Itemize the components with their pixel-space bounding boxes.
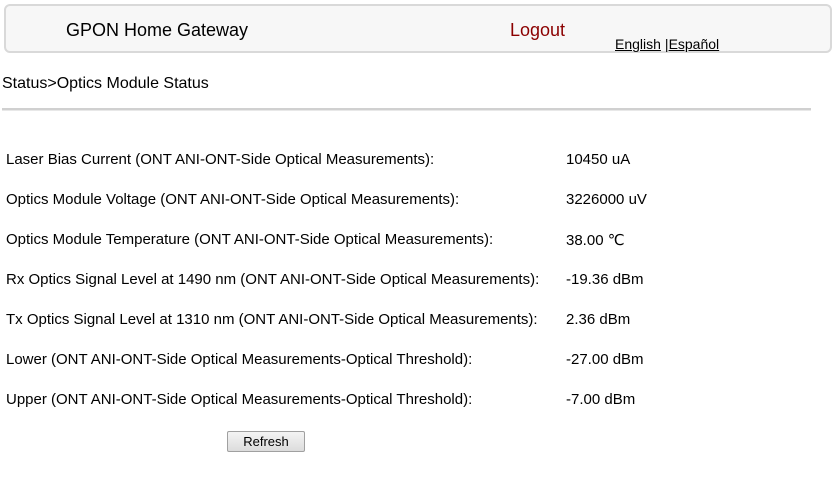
row-label: Laser Bias Current (ONT ANI-ONT-Side Opt… [6,151,435,168]
lang-espanol-link[interactable]: Español [669,36,720,52]
table-row: Laser Bias Current (ONT ANI-ONT-Side Opt… [6,151,806,191]
logout-link[interactable]: Logout [510,20,565,41]
table-row: Optics Module Voltage (ONT ANI-ONT-Side … [6,191,806,231]
row-value: 2.36 dBm [566,311,631,328]
table-row: Optics Module Temperature (ONT ANI-ONT-S… [6,231,806,271]
app-title: GPON Home Gateway [66,20,249,40]
row-value: -7.00 dBm [566,391,636,408]
row-label: Optics Module Voltage (ONT ANI-ONT-Side … [6,191,460,208]
row-value: -27.00 dBm [566,351,644,368]
row-label: Lower (ONT ANI-ONT-Side Optical Measurem… [6,351,473,368]
row-label: Tx Optics Signal Level at 1310 nm (ONT A… [6,311,538,328]
language-switcher: English |Español [615,36,719,52]
header-bar: GPON Home Gateway Logout English |Español [4,4,832,53]
row-value: 10450 uA [566,151,631,168]
row-value: 3226000 uV [566,191,647,208]
breadcrumb: Status>Optics Module Status [2,75,209,92]
table-row: Tx Optics Signal Level at 1310 nm (ONT A… [6,311,806,351]
row-label: Rx Optics Signal Level at 1490 nm (ONT A… [6,271,540,288]
lang-english-link[interactable]: English [615,36,661,52]
table-row: Lower (ONT ANI-ONT-Side Optical Measurem… [6,351,806,391]
row-label: Optics Module Temperature (ONT ANI-ONT-S… [6,231,494,248]
divider [2,108,811,111]
optics-status-table: Laser Bias Current (ONT ANI-ONT-Side Opt… [6,151,806,431]
row-value: -19.36 dBm [566,271,644,288]
row-value: 38.00 ℃ [566,232,625,249]
page: GPON Home Gateway Logout English |Español… [0,0,839,481]
table-row: Upper (ONT ANI-ONT-Side Optical Measurem… [6,391,806,431]
refresh-button[interactable]: Refresh [227,431,305,452]
table-row: Rx Optics Signal Level at 1490 nm (ONT A… [6,271,806,311]
row-label: Upper (ONT ANI-ONT-Side Optical Measurem… [6,391,473,408]
